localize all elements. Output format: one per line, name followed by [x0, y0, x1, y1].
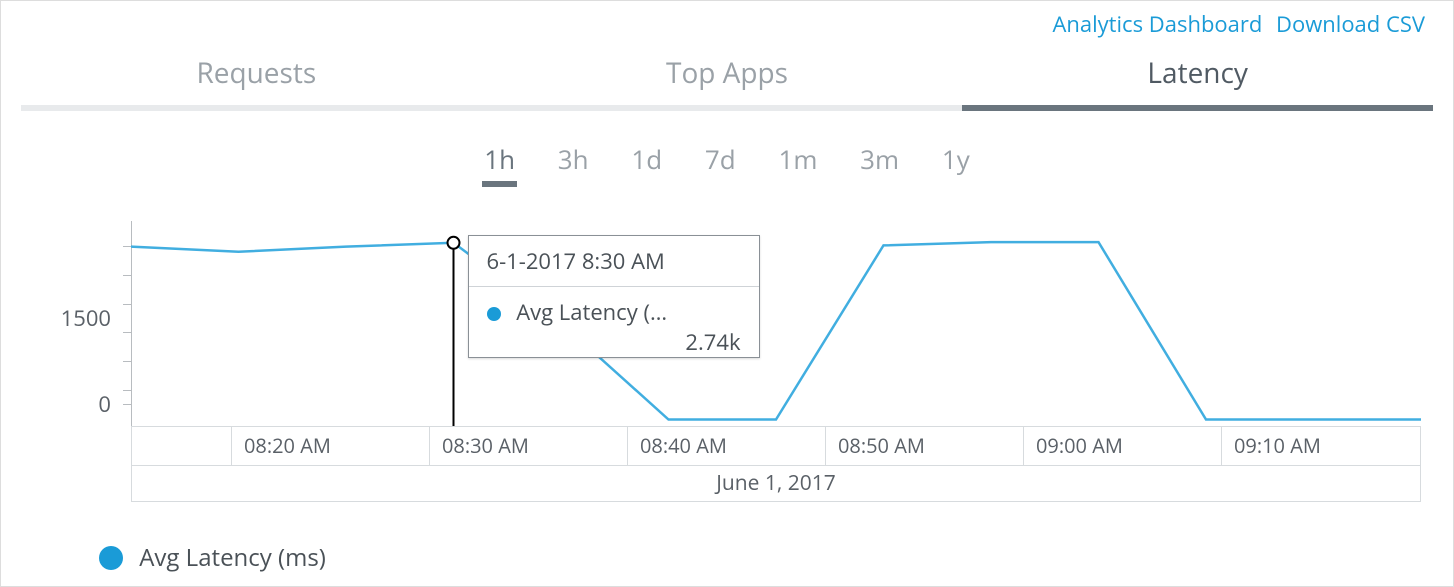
y-tick: [123, 390, 131, 391]
y-tick: [123, 304, 131, 305]
y-tick: [123, 246, 131, 247]
tab-requests[interactable]: Requests: [21, 51, 492, 111]
x-axis-cell: 08:50 AM: [825, 426, 1023, 466]
x-axis-cell: 08:30 AM: [429, 426, 627, 466]
range-1m[interactable]: 1m: [778, 141, 817, 185]
chart-svg: [131, 226, 1421, 426]
tab-label: Requests: [196, 54, 316, 92]
x-axis-cell: 08:40 AM: [627, 426, 825, 466]
latency-series-line: [131, 242, 1421, 419]
y-tick: [123, 332, 131, 333]
chart-tooltip: 6-1-2017 8:30 AM Avg Latency (… 2.74k: [468, 235, 760, 358]
legend-series-label: Avg Latency (ms): [139, 541, 326, 574]
series-color-dot-icon: [487, 307, 501, 321]
tab-label: Latency: [1147, 54, 1248, 92]
tab-underline: [962, 105, 1433, 111]
x-axis-cell: 08:20 AM: [231, 426, 429, 466]
tooltip-series-row: Avg Latency (… 2.74k: [469, 287, 759, 337]
range-3h[interactable]: 3h: [558, 141, 589, 185]
tab-latency[interactable]: Latency: [962, 51, 1433, 111]
tooltip-timestamp: 6-1-2017 8:30 AM: [469, 236, 759, 287]
x-axis-date: June 1, 2017: [131, 466, 1421, 502]
legend-color-dot-icon: [99, 546, 123, 570]
x-axis-cell: 09:00 AM: [1023, 426, 1221, 466]
download-csv-link[interactable]: Download CSV: [1276, 9, 1425, 39]
tab-underline: [492, 105, 963, 111]
hover-point-icon: [448, 237, 460, 249]
y-tick: [123, 361, 131, 362]
chart-area: 1500 0 6-1-2017 8:30 AM Avg Latency (…: [51, 226, 1421, 526]
range-3m[interactable]: 3m: [860, 141, 899, 185]
chart-legend: Avg Latency (ms): [99, 541, 326, 574]
range-7d[interactable]: 7d: [705, 141, 736, 185]
y-tick-label: 0: [31, 389, 111, 419]
range-1h[interactable]: 1h: [484, 141, 515, 185]
range-1y[interactable]: 1y: [942, 141, 970, 185]
x-axis-row: 08:20 AM 08:30 AM 08:40 AM 08:50 AM 09:0…: [131, 426, 1421, 466]
tooltip-series-name: Avg Latency (…: [516, 297, 667, 327]
y-tick-label: 1500: [31, 303, 111, 333]
time-range-picker: 1h 3h 1d 7d 1m 3m 1y: [1, 141, 1453, 185]
top-links: Analytics Dashboard Download CSV: [1052, 9, 1425, 39]
tab-underline: [21, 105, 492, 111]
analytics-dashboard-link[interactable]: Analytics Dashboard: [1052, 9, 1262, 39]
tooltip-series-value: 2.74k: [685, 327, 740, 357]
chart-plot[interactable]: 6-1-2017 8:30 AM Avg Latency (… 2.74k: [131, 226, 1421, 426]
y-tick: [123, 404, 131, 405]
tab-label: Top Apps: [666, 54, 788, 92]
y-tick: [123, 275, 131, 276]
x-axis-cell-lead: [131, 426, 231, 466]
range-1d[interactable]: 1d: [631, 141, 662, 185]
tab-top-apps[interactable]: Top Apps: [492, 51, 963, 111]
x-axis-cell: 09:10 AM: [1221, 426, 1421, 466]
metric-tabs: Requests Top Apps Latency: [21, 51, 1433, 111]
analytics-panel: Analytics Dashboard Download CSV Request…: [0, 0, 1454, 587]
